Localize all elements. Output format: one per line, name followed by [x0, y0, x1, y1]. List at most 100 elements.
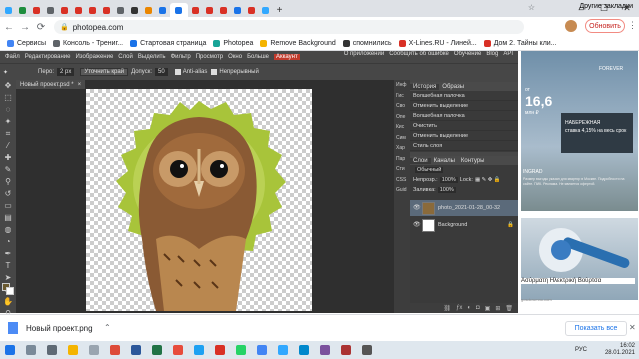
panel-shortcut[interactable]: Гис [394, 91, 410, 102]
gradient-tool-icon[interactable]: ▤ [2, 213, 14, 223]
magic-wand-icon[interactable]: ✦ [3, 69, 8, 76]
browser-tab[interactable]: Ж [86, 3, 99, 17]
panel-shortcut[interactable]: CSS [394, 175, 410, 186]
lock-icons[interactable]: ▦ ✎ ✥ 🔒 [475, 177, 501, 183]
menu-link[interactable]: API [503, 51, 513, 57]
path-select-icon[interactable]: ➤ [2, 273, 14, 283]
bookmark-item[interactable]: Консоль - Трениг... [53, 40, 123, 47]
bookmark-item[interactable]: Дом 2. Тайны кли... [483, 40, 557, 47]
history-step[interactable]: Отменить выделение [410, 101, 518, 111]
eyedropper-tool-icon[interactable]: ⁄ [2, 141, 14, 151]
bookmark-item[interactable]: X-Lines.RU - Линей... [398, 40, 477, 47]
tab-history[interactable]: История [410, 83, 440, 90]
ad-banner-realestate[interactable]: FOREVER от 16,6 млн ₽ НАБЕРЕЖНАЯ ставка … [521, 51, 638, 211]
forward-icon[interactable]: → [18, 20, 32, 34]
task-view-icon[interactable] [47, 345, 57, 355]
panel-shortcut[interactable]: Инф [394, 80, 410, 91]
bookmark-star-icon[interactable]: ☆ [528, 3, 535, 12]
document-tab[interactable]: Новый проект.psd * × [16, 80, 86, 89]
start-icon[interactable] [5, 345, 15, 355]
panel-shortcut[interactable]: Пар [394, 154, 410, 165]
background-color-swatch[interactable] [6, 287, 14, 295]
browser-tab[interactable]: Ж [58, 3, 71, 17]
layer-effects-icon[interactable]: ƒx [456, 305, 462, 311]
browser-tab[interactable]: Ф [170, 3, 188, 17]
ad-title[interactable]: Ασύρματη Ηλεκτρική Βούρτσα [521, 278, 635, 284]
panel-shortcut[interactable]: Сти [394, 164, 410, 175]
browser-tab[interactable]: Ж [100, 3, 113, 17]
pen-tool-icon[interactable]: ✒ [2, 249, 14, 259]
menu-item[interactable]: Окно [228, 54, 242, 60]
delete-layer-icon[interactable]: 🗑 [505, 305, 513, 312]
update-button[interactable]: Обновить [585, 19, 625, 33]
browser-tab[interactable]: Ж [72, 3, 85, 17]
menu-item[interactable]: Изображение [75, 54, 113, 60]
app-icon[interactable] [89, 345, 99, 355]
layers-tab[interactable]: Каналы [431, 158, 458, 164]
show-all-button[interactable]: Показать все [565, 321, 627, 336]
back-icon[interactable]: ← [2, 20, 16, 34]
bookmark-item[interactable]: спомнились [342, 40, 392, 47]
healing-tool-icon[interactable]: ✚ [2, 153, 14, 163]
bookmark-item[interactable]: Photopea [213, 40, 253, 47]
browser-tab[interactable]: Ph [259, 3, 272, 17]
other-bookmarks[interactable]: Другие закладки [579, 3, 633, 10]
avatar[interactable] [565, 20, 577, 32]
bookmark-item[interactable]: Сервисы [7, 40, 46, 47]
chrome-icon[interactable] [257, 345, 267, 355]
yandex-icon[interactable] [215, 345, 225, 355]
history-step[interactable]: Волшебная палочка [410, 111, 518, 121]
eye-icon[interactable]: 👁 [413, 205, 421, 211]
telegram-icon[interactable] [299, 345, 309, 355]
opacity-input[interactable]: 100% [439, 177, 458, 183]
crop-tool-icon[interactable]: ⌗ [2, 129, 14, 139]
clock-time[interactable]: 16:02 [605, 343, 635, 350]
refine-edge-button[interactable]: Уточнить край [80, 68, 129, 76]
excel-icon[interactable] [152, 345, 162, 355]
bookmark-item[interactable]: Remove Background [260, 40, 336, 47]
browser-tab[interactable]: Ж [217, 3, 230, 17]
whatsapp-icon[interactable] [236, 345, 246, 355]
fill-input[interactable]: 100% [437, 187, 456, 193]
menu-link[interactable]: Blog [486, 51, 498, 57]
menu-item[interactable]: Редактирование [25, 54, 71, 60]
edge-icon[interactable] [194, 345, 204, 355]
menu-item[interactable]: Файл [5, 54, 20, 60]
history-step[interactable]: Стиль слоя [410, 141, 518, 151]
eye-icon[interactable]: 👁 [413, 222, 421, 228]
browser-tab[interactable]: 6С [114, 3, 127, 17]
history-step[interactable]: Волшебная палочка [410, 91, 518, 101]
menu-item[interactable]: Выделить [138, 54, 166, 60]
stamp-tool-icon[interactable]: ⚲ [2, 177, 14, 187]
new-folder-icon[interactable]: ▣ [485, 305, 491, 312]
panel-shortcut[interactable]: Опе [394, 112, 410, 123]
search-icon[interactable] [26, 345, 36, 355]
link-layers-icon[interactable]: ⛓ [443, 305, 451, 312]
text-tool-icon[interactable]: T [2, 261, 14, 271]
layers-tab[interactable]: Слои [410, 157, 431, 164]
panel-shortcut[interactable]: Хар [394, 143, 410, 154]
brush-tool-icon[interactable]: ✎ [2, 165, 14, 175]
browser-tab[interactable]: Б [142, 3, 155, 17]
menu-item[interactable]: Фильтр [171, 54, 191, 60]
browser-tab[interactable]: Ф [231, 3, 244, 17]
close-document-icon[interactable]: × [78, 82, 82, 88]
browser-tab[interactable]: Ph [189, 3, 202, 17]
hand-tool-icon[interactable]: ✋ [2, 297, 14, 307]
layers-tab[interactable]: Контуры [458, 158, 488, 164]
bookmark-item[interactable]: Стартовая страница [130, 40, 206, 47]
layer-row-background[interactable]: 👁 Background 🔒 [410, 217, 518, 233]
browser-tab[interactable]: I [44, 3, 57, 17]
browser-tab[interactable]: Б [16, 3, 29, 17]
reload-icon[interactable]: ⟳ [34, 20, 48, 34]
browser-tab[interactable]: Ph [2, 3, 15, 17]
browser-tab[interactable]: Г [128, 3, 141, 17]
layer-row-photo[interactable]: 👁 photo_2021-01-28_00-32 [410, 200, 518, 216]
menu-link[interactable]: Сообщить об ошибке [389, 51, 449, 57]
explorer-icon[interactable] [68, 345, 78, 355]
menu-item[interactable]: Слой [118, 54, 133, 60]
panel-shortcut[interactable]: Сим [394, 133, 410, 144]
browser-tab[interactable]: Б [156, 3, 169, 17]
menu-item[interactable]: Больше [247, 54, 269, 60]
new-layer-icon[interactable]: ⊞ [495, 305, 500, 312]
